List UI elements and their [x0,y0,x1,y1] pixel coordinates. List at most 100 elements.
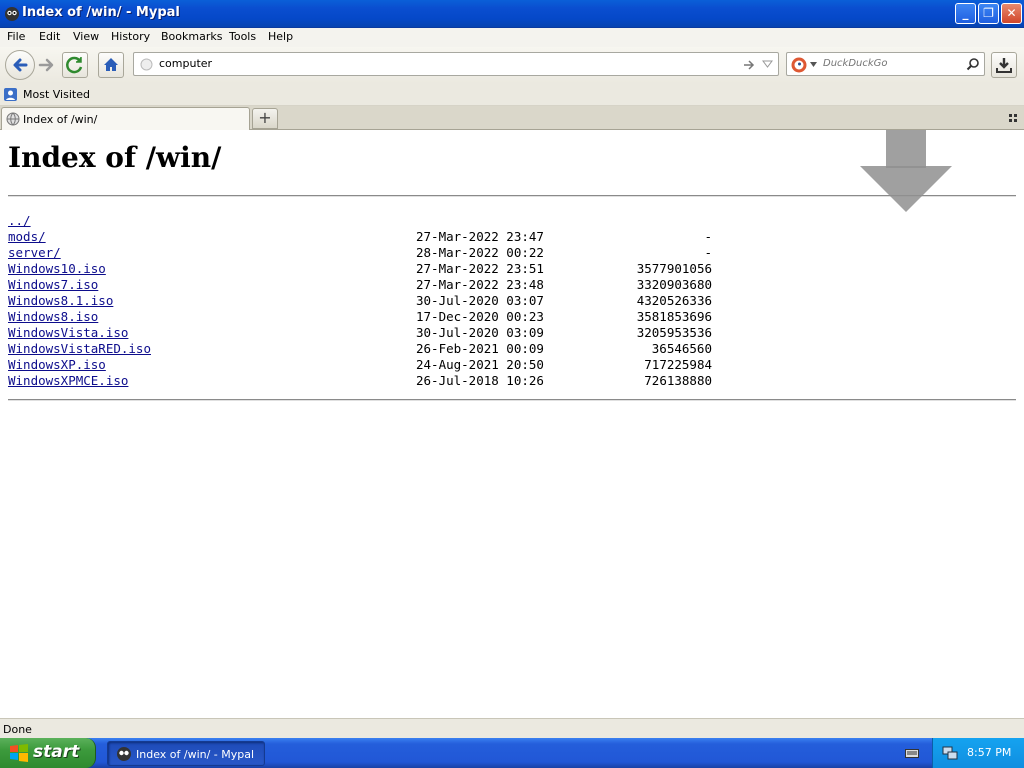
engine-dropdown-icon[interactable] [810,62,817,67]
menu-tools[interactable]: Tools [229,30,256,43]
windows-logo-icon [10,744,28,762]
search-input[interactable] [823,58,963,69]
listing-row: server/28-Mar-2022 00:22 - [8,244,728,260]
menu-history[interactable]: History [111,30,150,43]
most-visited-label: Most Visited [23,88,90,101]
listing-row: WindowsVistaRED.iso 26-Feb-2021 00:09 3654… [8,340,728,356]
url-bar[interactable] [133,52,779,76]
entry-date: 27-Mar-2022 23:47 [416,229,544,244]
download-animation-arrow-icon [860,130,952,212]
restore-button[interactable]: ❐ [978,3,999,24]
entry-link[interactable]: Windows8.1.iso [8,293,113,308]
entry-date: 27-Mar-2022 23:48 [416,277,544,292]
status-bar: Done [0,718,1024,738]
entry-date: 26-Jul-2018 10:26 [416,373,544,388]
new-tab-button[interactable]: + [252,108,278,129]
menu-file[interactable]: File [7,30,25,43]
entry-date: 30-Jul-2020 03:09 [416,325,544,340]
navigation-toolbar [0,47,1024,83]
entry-date: 27-Mar-2022 23:51 [416,261,544,276]
window-title: Index of /win/ - Mypal [22,5,180,20]
download-icon [996,58,1012,73]
system-tray: 8:57 PM [932,738,1024,768]
entry-link[interactable]: WindowsXP.iso [8,357,106,372]
network-icon[interactable] [942,745,958,761]
menu-bookmarks[interactable]: Bookmarks [161,30,222,43]
entry-date: 30-Jul-2020 03:07 [416,293,544,308]
listing-row: Windows8.iso 17-Dec-2020 00:23 3581853696 [8,308,728,324]
taskbar: start Index of /win/ - Mypal 8:57 PM [0,738,1024,768]
minimize-button[interactable]: _ [955,3,976,24]
close-button[interactable]: ✕ [1001,3,1022,24]
bookmarks-toolbar: Most Visited [0,83,1024,106]
forward-button[interactable] [35,52,57,78]
entry-size: - [704,245,712,260]
entry-size: 4320526336 [636,293,712,308]
entry-size: 3205953536 [636,325,712,340]
entry-link[interactable]: server/ [8,245,61,260]
clock[interactable]: 8:57 PM [967,746,1011,759]
menu-help[interactable]: Help [268,30,293,43]
back-button[interactable] [5,50,35,80]
menu-bar: File Edit View History Bookmarks Tools H… [0,28,1024,47]
entry-date: 28-Mar-2022 00:22 [416,245,544,260]
entry-date: 17-Dec-2020 00:23 [416,309,544,324]
entry-size: 36546560 [651,341,712,356]
listing-row: WindowsVista.iso 30-Jul-2020 03:09 3205953… [8,324,728,340]
home-button[interactable] [98,52,124,78]
url-input[interactable] [159,57,719,70]
globe-icon [140,58,153,71]
page-heading: Index of /win/ [8,141,222,174]
start-label: start [33,742,80,762]
listing-row: Windows8.1.iso 30-Jul-2020 03:07 432052633… [8,292,728,308]
tab-strip: Index of /win/ + [0,106,1024,130]
reload-icon [66,56,83,74]
search-icon[interactable] [966,57,980,71]
tab-list-icon[interactable] [1009,114,1018,123]
directory-listing: ../ mods/27-Mar-2022 23:47 - server/28-Ma… [8,212,728,388]
entry-link[interactable]: WindowsXPMCE.iso [8,373,128,388]
mypal-task-icon [117,747,131,761]
taskbar-item-mypal[interactable]: Index of /win/ - Mypal [107,741,265,766]
entry-date: 24-Aug-2021 20:50 [416,357,544,372]
page-content: Index of /win/ ../ mods/27-Mar-2022 23:4… [0,130,1024,718]
reload-button[interactable] [62,52,88,78]
duckduckgo-icon[interactable] [791,57,807,73]
listing-row: Windows7.iso 27-Mar-2022 23:48 3320903680 [8,276,728,292]
start-button[interactable]: start [0,738,96,768]
menu-view[interactable]: View [73,30,99,43]
entry-link[interactable]: WindowsVista.iso [8,325,128,340]
back-arrow-icon [13,58,28,72]
entry-size: - [704,229,712,244]
entry-link[interactable]: ../ [8,213,31,228]
window-title-bar[interactable]: Index of /win/ - Mypal _ ❐ ✕ [0,0,1024,28]
entry-size: 726138880 [644,373,712,388]
entry-size: 3320903680 [636,277,712,292]
keyboard-icon[interactable] [905,747,919,759]
status-text: Done [3,723,32,736]
mypal-app-icon [5,7,19,21]
url-dropdown-icon[interactable] [762,60,773,69]
entry-link[interactable]: WindowsVistaRED.iso [8,341,151,356]
entry-link[interactable]: Windows10.iso [8,261,106,276]
bookmark-folder-icon [4,88,17,101]
tab-label: Index of /win/ [23,113,98,126]
downloads-button[interactable] [991,52,1017,78]
go-arrow-icon[interactable] [742,58,756,72]
listing-row: WindowsXPMCE.iso 26-Jul-2018 10:26 7261388… [8,372,728,388]
menu-edit[interactable]: Edit [39,30,60,43]
tab-index-of-win[interactable]: Index of /win/ [1,107,250,130]
listing-row: WindowsXP.iso 24-Aug-2021 20:50 717225984 [8,356,728,372]
page-globe-icon [6,112,20,126]
entry-date: 26-Feb-2021 00:09 [416,341,544,356]
search-bar[interactable] [786,52,985,76]
entry-size: 717225984 [644,357,712,372]
entry-size: 3577901056 [636,261,712,276]
entry-size: 3581853696 [636,309,712,324]
entry-link[interactable]: mods/ [8,229,46,244]
entry-link[interactable]: Windows7.iso [8,277,98,292]
listing-row: ../ [8,212,728,228]
entry-link[interactable]: Windows8.iso [8,309,98,324]
listing-row: Windows10.iso 27-Mar-2022 23:51 3577901056 [8,260,728,276]
home-icon [104,58,118,71]
